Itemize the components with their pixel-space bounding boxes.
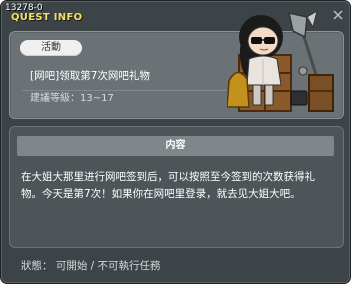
- content-header: 内容: [17, 136, 334, 156]
- quest-name: [网吧]领取第7次网吧礼物: [30, 70, 150, 82]
- window-title: QUEST INFO: [11, 12, 83, 23]
- divider: [22, 90, 242, 91]
- npc-portrait-icon: [226, 9, 334, 112]
- content-body: 在大姐大那里进行网吧签到后，可以按照至今签到的次数获得礼物。今天是第7次！如果你…: [21, 171, 315, 200]
- content-panel: 内容 在大姐大那里进行网吧签到后，可以按照至今签到的次数获得礼物。今天是第7次！…: [9, 126, 344, 248]
- quest-status: 狀態： 可開始 / 不可執行任務: [21, 260, 161, 272]
- recommended-level: 建議等級：13~17: [30, 93, 114, 104]
- quest-info-window: 13278-0 QUEST INFO 活動 [网吧]领取第7次网吧礼物 建議等級…: [0, 0, 351, 284]
- quest-category-badge: 活動: [20, 40, 82, 56]
- npc-portrait: [226, 7, 339, 115]
